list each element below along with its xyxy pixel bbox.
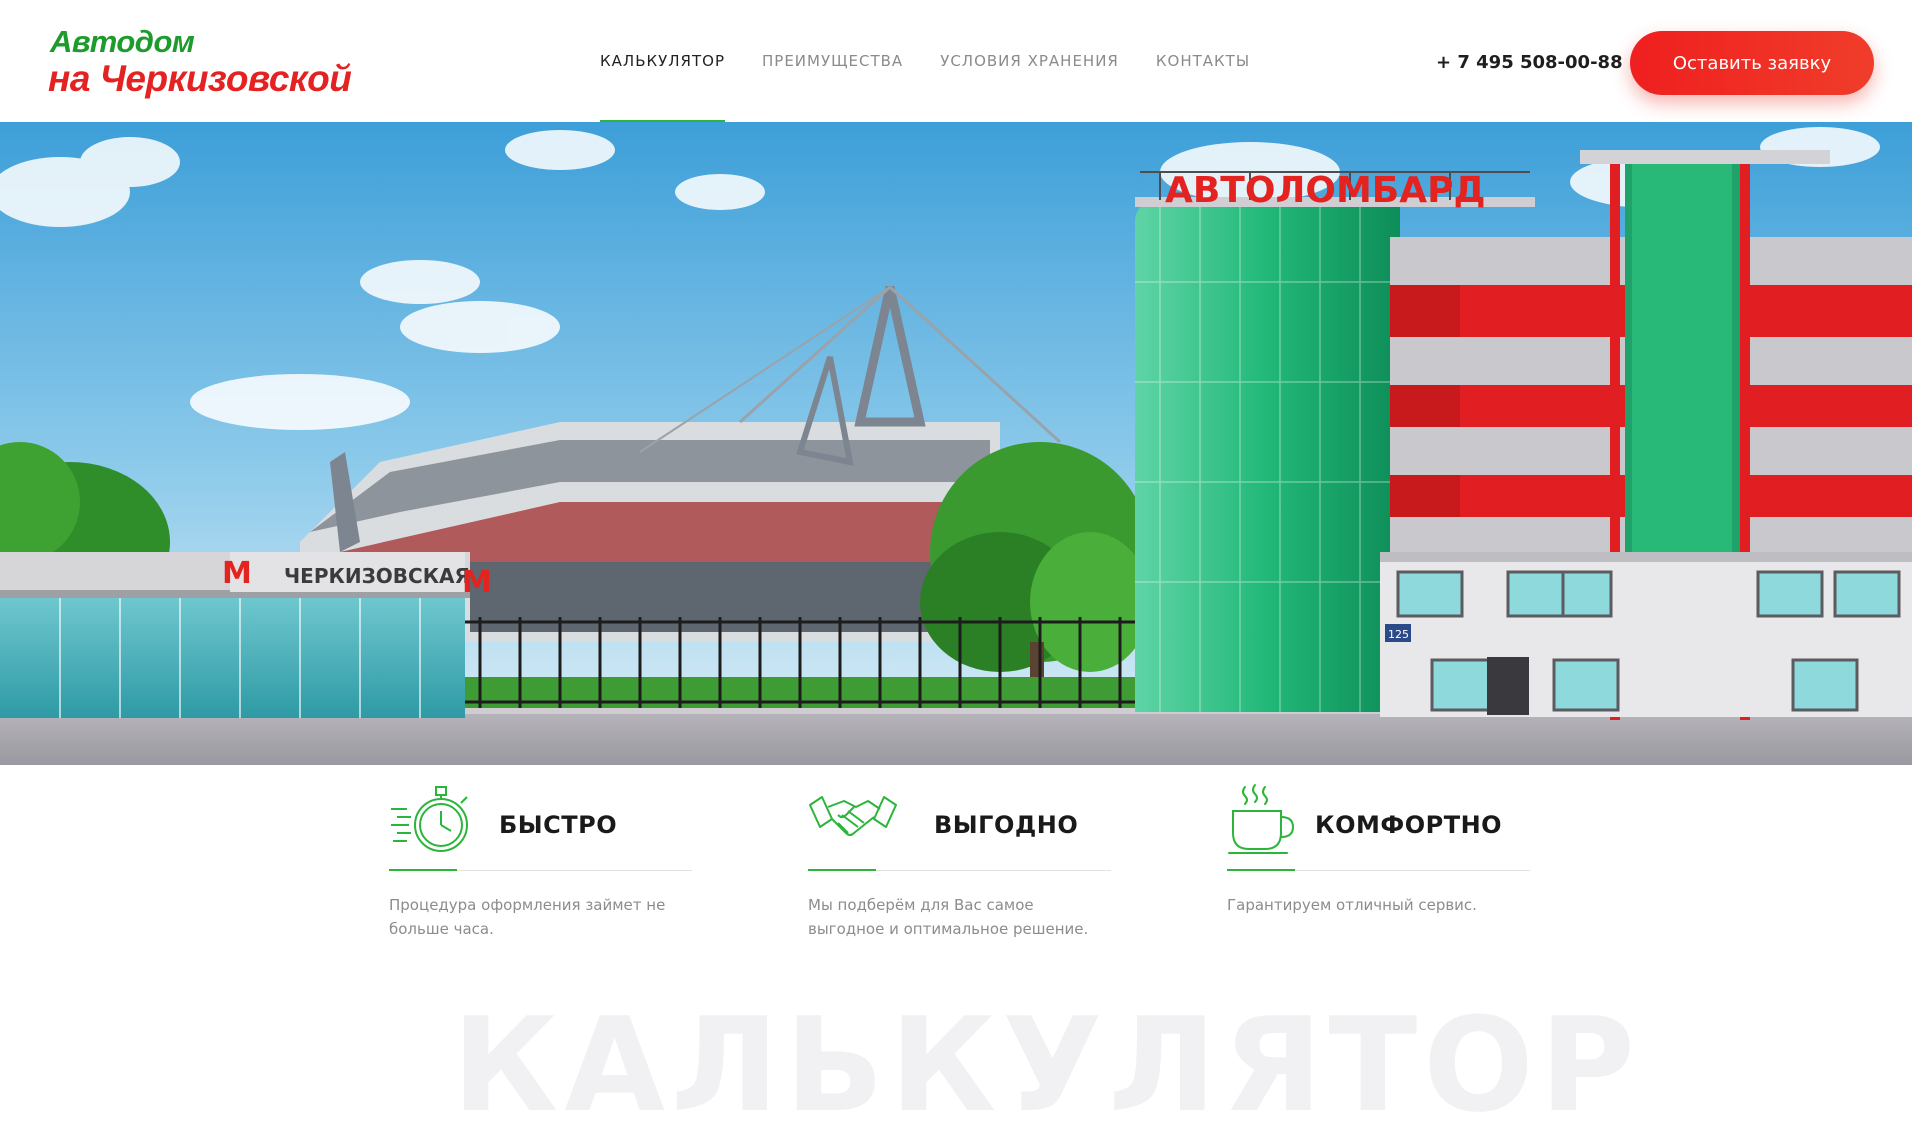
handshake-icon <box>809 796 897 836</box>
stopwatch-icon <box>391 786 468 852</box>
feature-title: КОМФОРТНО <box>1315 811 1503 839</box>
nav-item-advantages[interactable]: ПРЕИМУЩЕСТВА <box>762 0 903 122</box>
nav-item-storage-terms[interactable]: УСЛОВИЯ ХРАНЕНИЯ <box>940 0 1119 122</box>
feature-text: Процедура оформления займет не больше ча… <box>389 896 666 938</box>
request-button[interactable]: Оставить заявку <box>1630 31 1874 95</box>
feature-profitable: ВЫГОДНО Мы подберём для Вас самое выгодн… <box>808 765 1113 965</box>
main-nav: КАЛЬКУЛЯТОР ПРЕИМУЩЕСТВА УСЛОВИЯ ХРАНЕНИ… <box>600 0 1287 122</box>
divider-accent <box>808 869 876 871</box>
hero-illustration: М ЧЕРКИЗОВСКАЯ М АВТОЛОМБАРД 125 <box>0 122 1912 765</box>
nav-item-contacts[interactable]: КОНТАКТЫ <box>1156 0 1250 122</box>
metro-sign: ЧЕРКИЗОВСКАЯ <box>284 564 470 588</box>
feature-text: Гарантируем отличный сервис. <box>1227 896 1477 914</box>
coffee-cup-icon <box>1228 784 1295 854</box>
feature-text: Мы подберём для Вас самое выгодное и опт… <box>808 896 1089 938</box>
feature-title: БЫСТРО <box>499 811 618 839</box>
logo[interactable]: Автодом на Черкизовской <box>48 24 352 104</box>
divider-accent <box>389 869 457 871</box>
building-sign: АВТОЛОМБАРД <box>1165 170 1486 211</box>
feature-fast: БЫСТРО Процедура оформления займет не бо… <box>389 765 694 965</box>
section-watermark: КАЛЬКУЛЯТОР <box>452 989 1641 1141</box>
metro-logo-right: М <box>462 565 492 600</box>
feature-title: ВЫГОДНО <box>934 811 1079 839</box>
logo-line-1: Автодом <box>50 24 195 59</box>
nav-item-calculator[interactable]: КАЛЬКУЛЯТОР <box>600 0 725 122</box>
house-number: 125 <box>1388 628 1409 641</box>
site-header: Автодом на Черкизовской КАЛЬКУЛЯТОР ПРЕИ… <box>0 0 1912 122</box>
hero-banner: М ЧЕРКИЗОВСКАЯ М АВТОЛОМБАРД 125 <box>0 122 1912 765</box>
phone-link[interactable]: + 7 495 508-00-88 <box>1436 52 1623 73</box>
features-section: БЫСТРО Процедура оформления займет не бо… <box>0 765 1912 965</box>
logo-line-2: на Черкизовской <box>48 58 352 99</box>
divider-accent <box>1227 869 1295 871</box>
feature-comfortable: КОМФОРТНО Гарантируем отличный сервис. <box>1227 765 1532 965</box>
metro-logo-left: М <box>222 556 252 591</box>
